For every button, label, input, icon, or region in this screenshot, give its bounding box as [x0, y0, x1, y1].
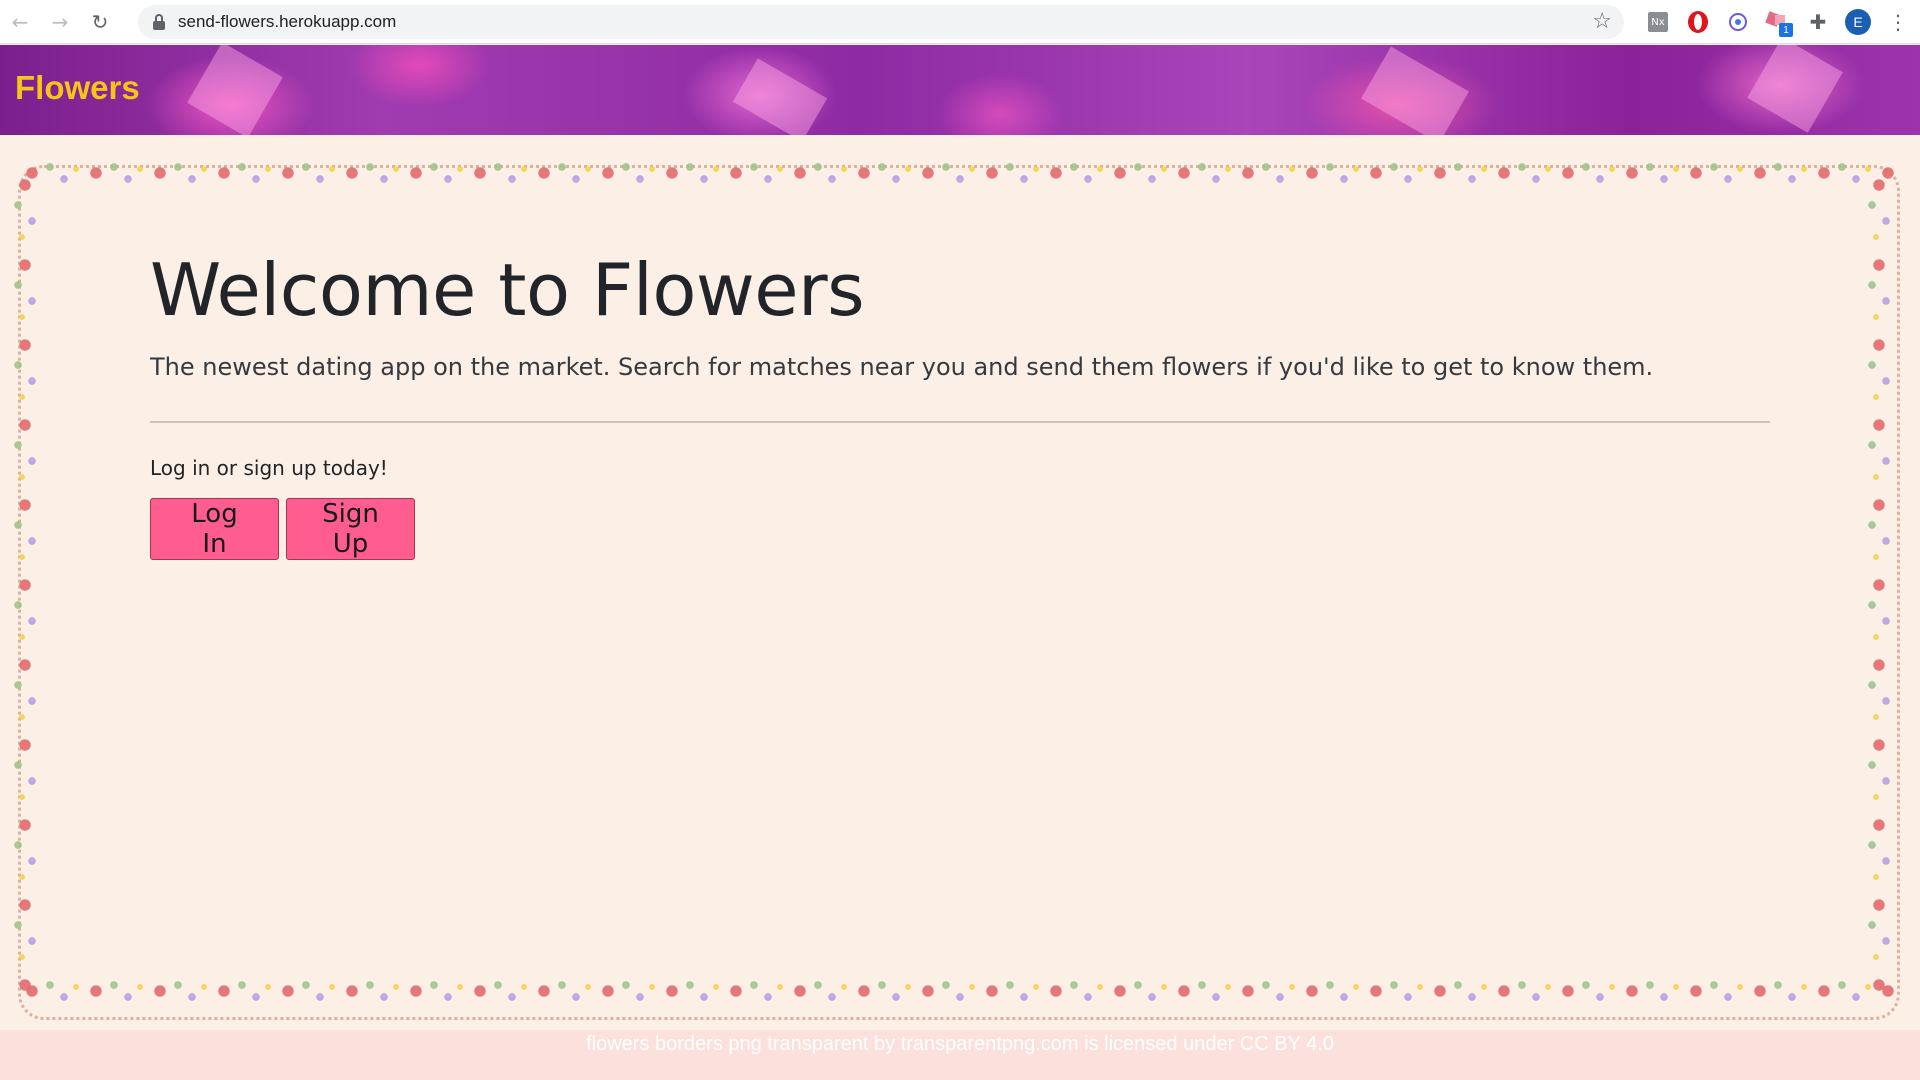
auth-buttons: Log In Sign Up: [150, 498, 1770, 561]
signup-button[interactable]: Sign Up: [286, 498, 415, 561]
extension-opera-button[interactable]: [1678, 0, 1718, 44]
browser-menu-button[interactable]: ⋮: [1878, 0, 1918, 44]
signup-prompt: Log in or sign up today!: [150, 456, 388, 481]
extension-badge: 1: [1779, 23, 1793, 37]
login-button[interactable]: Log In: [150, 498, 279, 561]
shapes-extension-icon: 1: [1765, 11, 1793, 37]
address-bar[interactable]: send-flowers.herokuapp.com ☆: [138, 5, 1624, 39]
avatar: E: [1845, 9, 1871, 35]
floral-border-top: [20, 155, 1900, 191]
back-arrow-icon: ←: [11, 9, 29, 34]
back-button[interactable]: ←: [0, 0, 40, 44]
nx-extension-icon: Nx: [1648, 12, 1668, 32]
page-title: Welcome to Flowers: [150, 248, 865, 332]
browser-toolbar: ← → ↻ send-flowers.herokuapp.com ☆ Nx 1: [0, 0, 1920, 44]
reload-icon: ↻: [91, 9, 109, 34]
target-extension-icon: [1729, 13, 1747, 31]
reload-button[interactable]: ↻: [80, 0, 120, 44]
attribution-text: flowers borders png transparent by trans…: [586, 1033, 1334, 1055]
url-text: send-flowers.herokuapp.com: [178, 12, 397, 31]
main-content: Welcome to Flowers The newest dating app…: [0, 135, 1920, 1030]
divider: [150, 421, 1770, 424]
forward-arrow-icon: →: [51, 9, 69, 34]
jumbotron: Welcome to Flowers The newest dating app…: [150, 247, 1770, 561]
floral-border-right: [1862, 175, 1896, 995]
profile-button[interactable]: E: [1838, 0, 1878, 44]
extensions-menu-button[interactable]: ✚: [1798, 0, 1838, 44]
floral-border-bottom: [20, 973, 1900, 1009]
extension-multi-button[interactable]: 1: [1758, 0, 1798, 44]
kebab-menu-icon: ⋮: [1888, 10, 1908, 34]
floral-border-left: [8, 175, 42, 995]
opera-extension-icon: [1688, 11, 1708, 33]
puzzle-icon: ✚: [1809, 10, 1827, 34]
bookmark-star-icon[interactable]: ☆: [1592, 9, 1612, 34]
extension-ring-button[interactable]: [1718, 0, 1758, 44]
forward-button[interactable]: →: [40, 0, 80, 44]
extension-nx-button[interactable]: Nx: [1638, 0, 1678, 44]
footer: flowers borders png transparent by trans…: [0, 1030, 1920, 1080]
site-navbar: Flowers: [0, 45, 1920, 135]
extensions-area: Nx 1 ✚ E ⋮: [1638, 0, 1918, 44]
lead-text: The newest dating app on the market. Sea…: [150, 353, 1654, 382]
brand-link[interactable]: Flowers: [15, 69, 140, 107]
lock-icon: [152, 14, 166, 30]
